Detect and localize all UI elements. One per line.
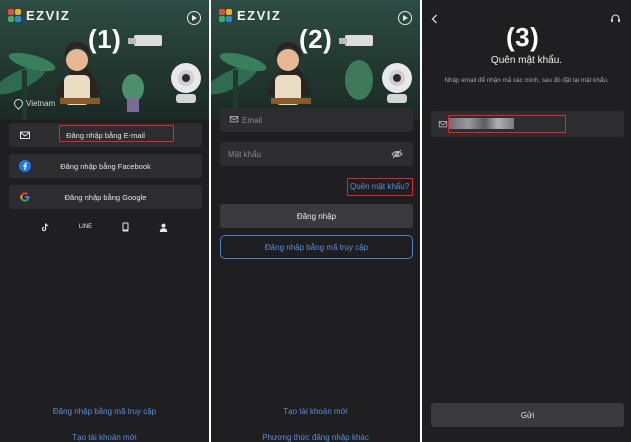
- highlight-box: [347, 178, 413, 196]
- ezviz-logo: EZVIZ: [219, 8, 281, 23]
- step-label: (1): [88, 24, 122, 54]
- screen-email-login: EZVIZ (2) Email Mật khẩu Quên mật khẩu? …: [211, 0, 420, 442]
- forgot-password-instructions: Nhập email để nhận mã xác minh, sau đó đ…: [444, 77, 609, 84]
- eye-hidden-icon[interactable]: [391, 149, 403, 159]
- step-label: (3): [506, 22, 540, 52]
- access-code-link[interactable]: Đăng nhập bằng mã truy cập: [0, 407, 209, 416]
- password-field[interactable]: Mật khẩu: [220, 142, 413, 166]
- brand-name: EZVIZ: [26, 8, 71, 23]
- highlight-box: [448, 115, 566, 133]
- brand-name: EZVIZ: [237, 8, 282, 23]
- play-icon[interactable]: [398, 11, 412, 25]
- region-selector[interactable]: Vietnam: [14, 99, 55, 108]
- region-label: Vietnam: [26, 99, 56, 108]
- login-facebook-button[interactable]: Đăng nhập bằng Facebook: [9, 154, 202, 178]
- other-login-methods-link[interactable]: Phương thức đăng nhập khác: [211, 433, 420, 442]
- ezviz-logo: EZVIZ: [8, 8, 70, 23]
- facebook-icon: [19, 160, 31, 172]
- mail-icon: [20, 131, 30, 139]
- mail-icon: [229, 116, 239, 123]
- email-placeholder: Email: [242, 115, 263, 125]
- screen-login-options: EZVIZ Vietnam (1) Đăng nhập bằng E-mail …: [0, 0, 209, 442]
- location-pin-icon: [14, 99, 21, 108]
- login-button[interactable]: Đăng nhập: [220, 204, 413, 228]
- hero-illustration: EZVIZ: [211, 0, 420, 120]
- highlight-box: [59, 125, 174, 142]
- ezviz-logo-icon: [219, 8, 233, 23]
- headset-support-icon[interactable]: [610, 13, 621, 24]
- mail-icon: [438, 121, 448, 128]
- password-placeholder: Mật khẩu: [228, 149, 261, 159]
- create-account-link[interactable]: Tạo tài khoản mới: [0, 433, 209, 442]
- create-account-link[interactable]: Tạo tài khoản mới: [211, 407, 420, 416]
- screen-forgot-password: (3) Quên mật khẩu. Nhập email để nhận mã…: [422, 0, 631, 442]
- play-icon[interactable]: [187, 11, 201, 25]
- line-icon[interactable]: LINE: [79, 224, 92, 230]
- send-button[interactable]: Gửi: [431, 403, 624, 427]
- access-code-button[interactable]: Đăng nhập bằng mã truy cập: [220, 235, 413, 259]
- tiktok-icon[interactable]: [41, 222, 49, 232]
- social-login-row: LINE: [0, 222, 209, 232]
- google-icon: [20, 192, 30, 202]
- email-field[interactable]: Email: [220, 108, 413, 132]
- ezviz-logo-icon: [8, 8, 22, 23]
- login-google-button[interactable]: Đăng nhập bằng Google: [9, 185, 202, 209]
- person-icon[interactable]: [159, 223, 168, 232]
- phone-icon[interactable]: [122, 222, 129, 232]
- login-facebook-label: Đăng nhập bằng Facebook: [60, 161, 151, 171]
- step-label: (2): [299, 24, 333, 54]
- hero-illustration: EZVIZ Vietnam: [0, 0, 209, 120]
- back-arrow-icon[interactable]: [431, 14, 438, 24]
- forgot-password-title: Quên mật khẩu.: [490, 55, 563, 66]
- login-google-label: Đăng nhập bằng Google: [64, 192, 147, 202]
